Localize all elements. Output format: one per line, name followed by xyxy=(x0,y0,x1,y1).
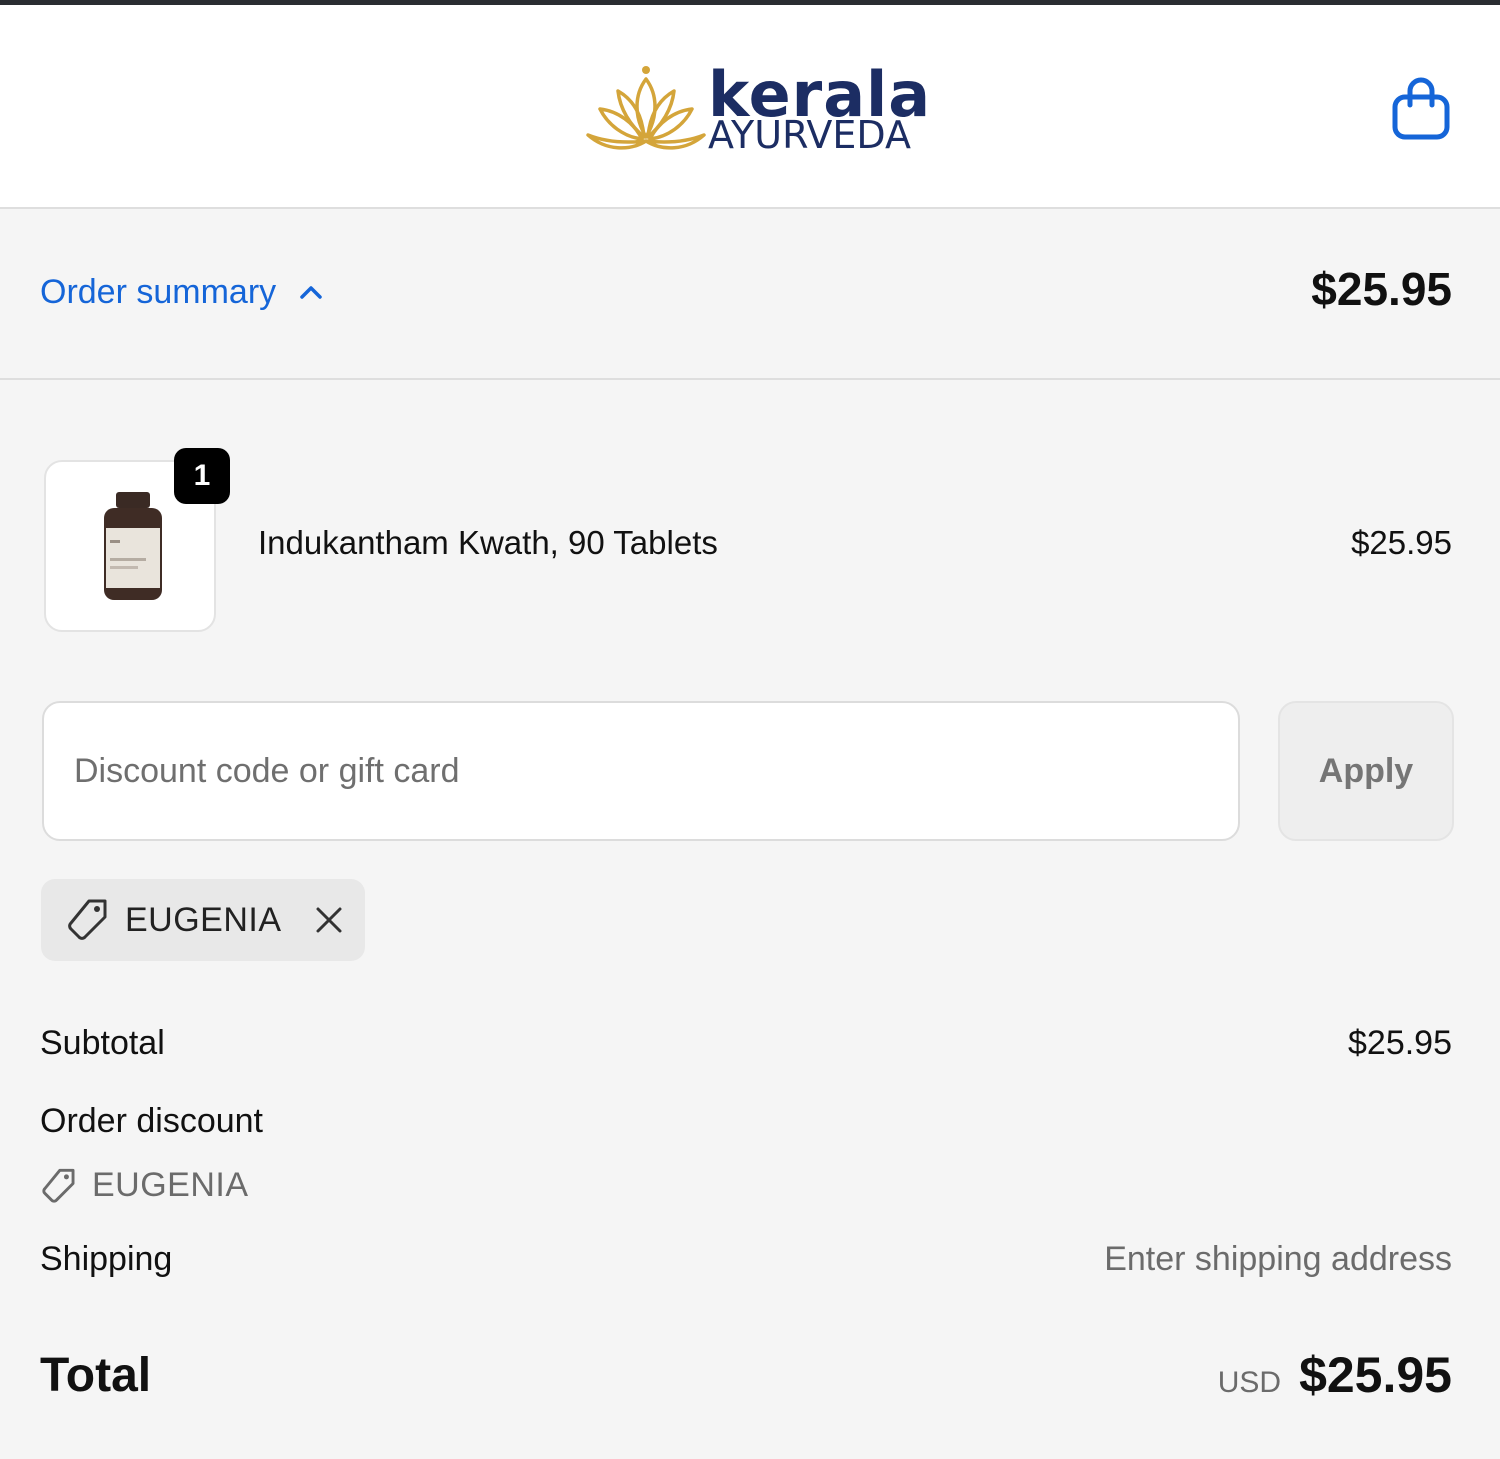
shipping-value: Enter shipping address xyxy=(1104,1240,1452,1278)
product-name: Indukantham Kwath, 90 Tablets xyxy=(258,524,718,561)
lotus-logo-icon xyxy=(586,66,706,150)
applied-discount-code: EUGENIA xyxy=(125,900,282,939)
chevron-up-icon xyxy=(300,286,322,299)
tag-icon xyxy=(42,1168,75,1203)
site-header: kerala AYURVEDA xyxy=(0,5,1500,209)
quantity-badge: 1 xyxy=(174,448,230,504)
product-price: $25.95 xyxy=(1351,524,1452,561)
logo-subtitle: AYURVEDA xyxy=(708,113,911,157)
total-value: $25.95 xyxy=(1299,1347,1452,1403)
close-icon xyxy=(316,907,342,933)
total-amount: USD $25.95 xyxy=(1218,1346,1452,1404)
order-discount-code-row: EUGENIA xyxy=(40,1166,249,1205)
order-summary-label: Order summary xyxy=(40,272,277,311)
order-discount-label: Order discount xyxy=(40,1102,263,1140)
brand-logo[interactable]: kerala AYURVEDA xyxy=(584,61,930,157)
total-label: Total xyxy=(40,1349,152,1402)
order-discount-code: EUGENIA xyxy=(92,1166,249,1204)
subtotal-value: $25.95 xyxy=(1348,1024,1452,1062)
currency-code: USD xyxy=(1217,1366,1282,1399)
order-summary-total: $25.95 xyxy=(1311,263,1452,315)
order-summary-toggle[interactable]: Order summary xyxy=(40,268,324,316)
remove-discount-button[interactable] xyxy=(312,903,346,937)
discount-code-input[interactable] xyxy=(42,701,1240,841)
apply-discount-button[interactable]: Apply xyxy=(1278,701,1454,841)
shipping-label: Shipping xyxy=(40,1240,173,1278)
product-bottle-image xyxy=(104,492,162,600)
shopping-bag-icon[interactable] xyxy=(1392,75,1450,141)
tag-icon xyxy=(68,899,107,940)
applied-discount-chip: EUGENIA xyxy=(41,879,365,961)
subtotal-label: Subtotal xyxy=(40,1024,165,1062)
